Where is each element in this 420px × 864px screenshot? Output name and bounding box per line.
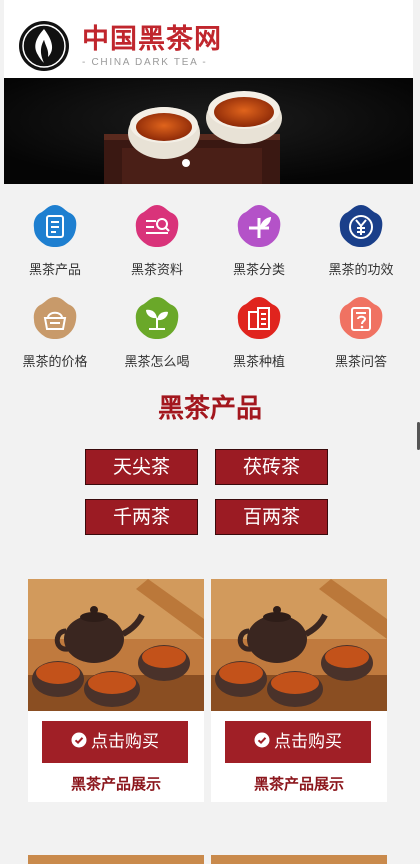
nav-item-how-to-drink[interactable]: 黑茶怎么喝 [106, 292, 208, 382]
logo-icon[interactable] [18, 20, 70, 72]
carousel-dot[interactable] [182, 159, 190, 167]
question-doc-icon [339, 297, 383, 339]
nav-item-classification[interactable]: 黑茶分类 [208, 200, 310, 290]
nav-label: 黑茶问答 [334, 355, 387, 370]
brand-subtitle: - CHINA DARK TEA - [82, 57, 208, 68]
document-icon [33, 205, 77, 247]
buy-button[interactable]: 点击购买 [225, 721, 371, 763]
category-button-fuzhuan[interactable]: 茯砖茶 [215, 449, 328, 485]
nav-item-effects[interactable]: 黑茶的功效 [310, 200, 412, 290]
check-circle-icon [254, 732, 270, 748]
yen-icon [339, 205, 383, 247]
nav-label: 黑茶产品 [28, 263, 81, 278]
category-nav: 黑茶产品 黑茶资料 黑茶分类 黑茶的功效 黑茶的价格 黑茶怎么喝 黑茶种植 黑茶… [4, 200, 413, 380]
sprout-icon [135, 297, 179, 339]
buy-button[interactable]: 点击购买 [42, 721, 188, 763]
product-image[interactable] [28, 579, 204, 711]
product-title[interactable]: 黑茶产品展示 [28, 775, 204, 793]
nav-item-planting[interactable]: 黑茶种植 [208, 292, 310, 382]
product-card: 点击购买 黑茶产品展示 [211, 579, 387, 802]
brand-name: 中国黑茶网 [82, 24, 222, 55]
nav-label: 黑茶分类 [232, 263, 285, 278]
nav-label: 黑茶资料 [130, 263, 183, 278]
nav-item-materials[interactable]: 黑茶资料 [106, 200, 208, 290]
nav-label: 黑茶种植 [232, 355, 285, 370]
buy-button-label: 点击购买 [91, 732, 159, 752]
category-button-qianliang[interactable]: 千两茶 [85, 499, 198, 535]
product-title[interactable]: 黑茶产品展示 [211, 775, 387, 793]
site-header: 中国黑茶网 - CHINA DARK TEA - [4, 0, 413, 78]
search-list-icon [135, 205, 179, 247]
buy-button-label: 点击购买 [274, 732, 342, 752]
nav-label: 黑茶怎么喝 [124, 355, 190, 370]
banner-carousel[interactable] [4, 78, 413, 184]
nav-item-price[interactable]: 黑茶的价格 [4, 292, 106, 382]
basket-icon [33, 297, 77, 339]
nav-item-qa[interactable]: 黑茶问答 [310, 292, 412, 382]
nav-item-products[interactable]: 黑茶产品 [4, 200, 106, 290]
category-button-bailiang[interactable]: 百两茶 [215, 499, 328, 535]
nav-label: 黑茶的功效 [328, 263, 394, 278]
product-card-next-peek [28, 855, 204, 864]
product-card: 点击购买 黑茶产品展示 [28, 579, 204, 802]
check-circle-icon [71, 732, 87, 748]
product-image[interactable] [211, 579, 387, 711]
nav-label: 黑茶的价格 [22, 355, 88, 370]
product-card-next-peek [211, 855, 387, 864]
section-title: 黑茶产品 [157, 394, 262, 424]
category-button-tianjian[interactable]: 天尖茶 [85, 449, 198, 485]
leaf-icon [237, 205, 281, 247]
building-icon [237, 297, 281, 339]
banner-image [4, 78, 413, 184]
